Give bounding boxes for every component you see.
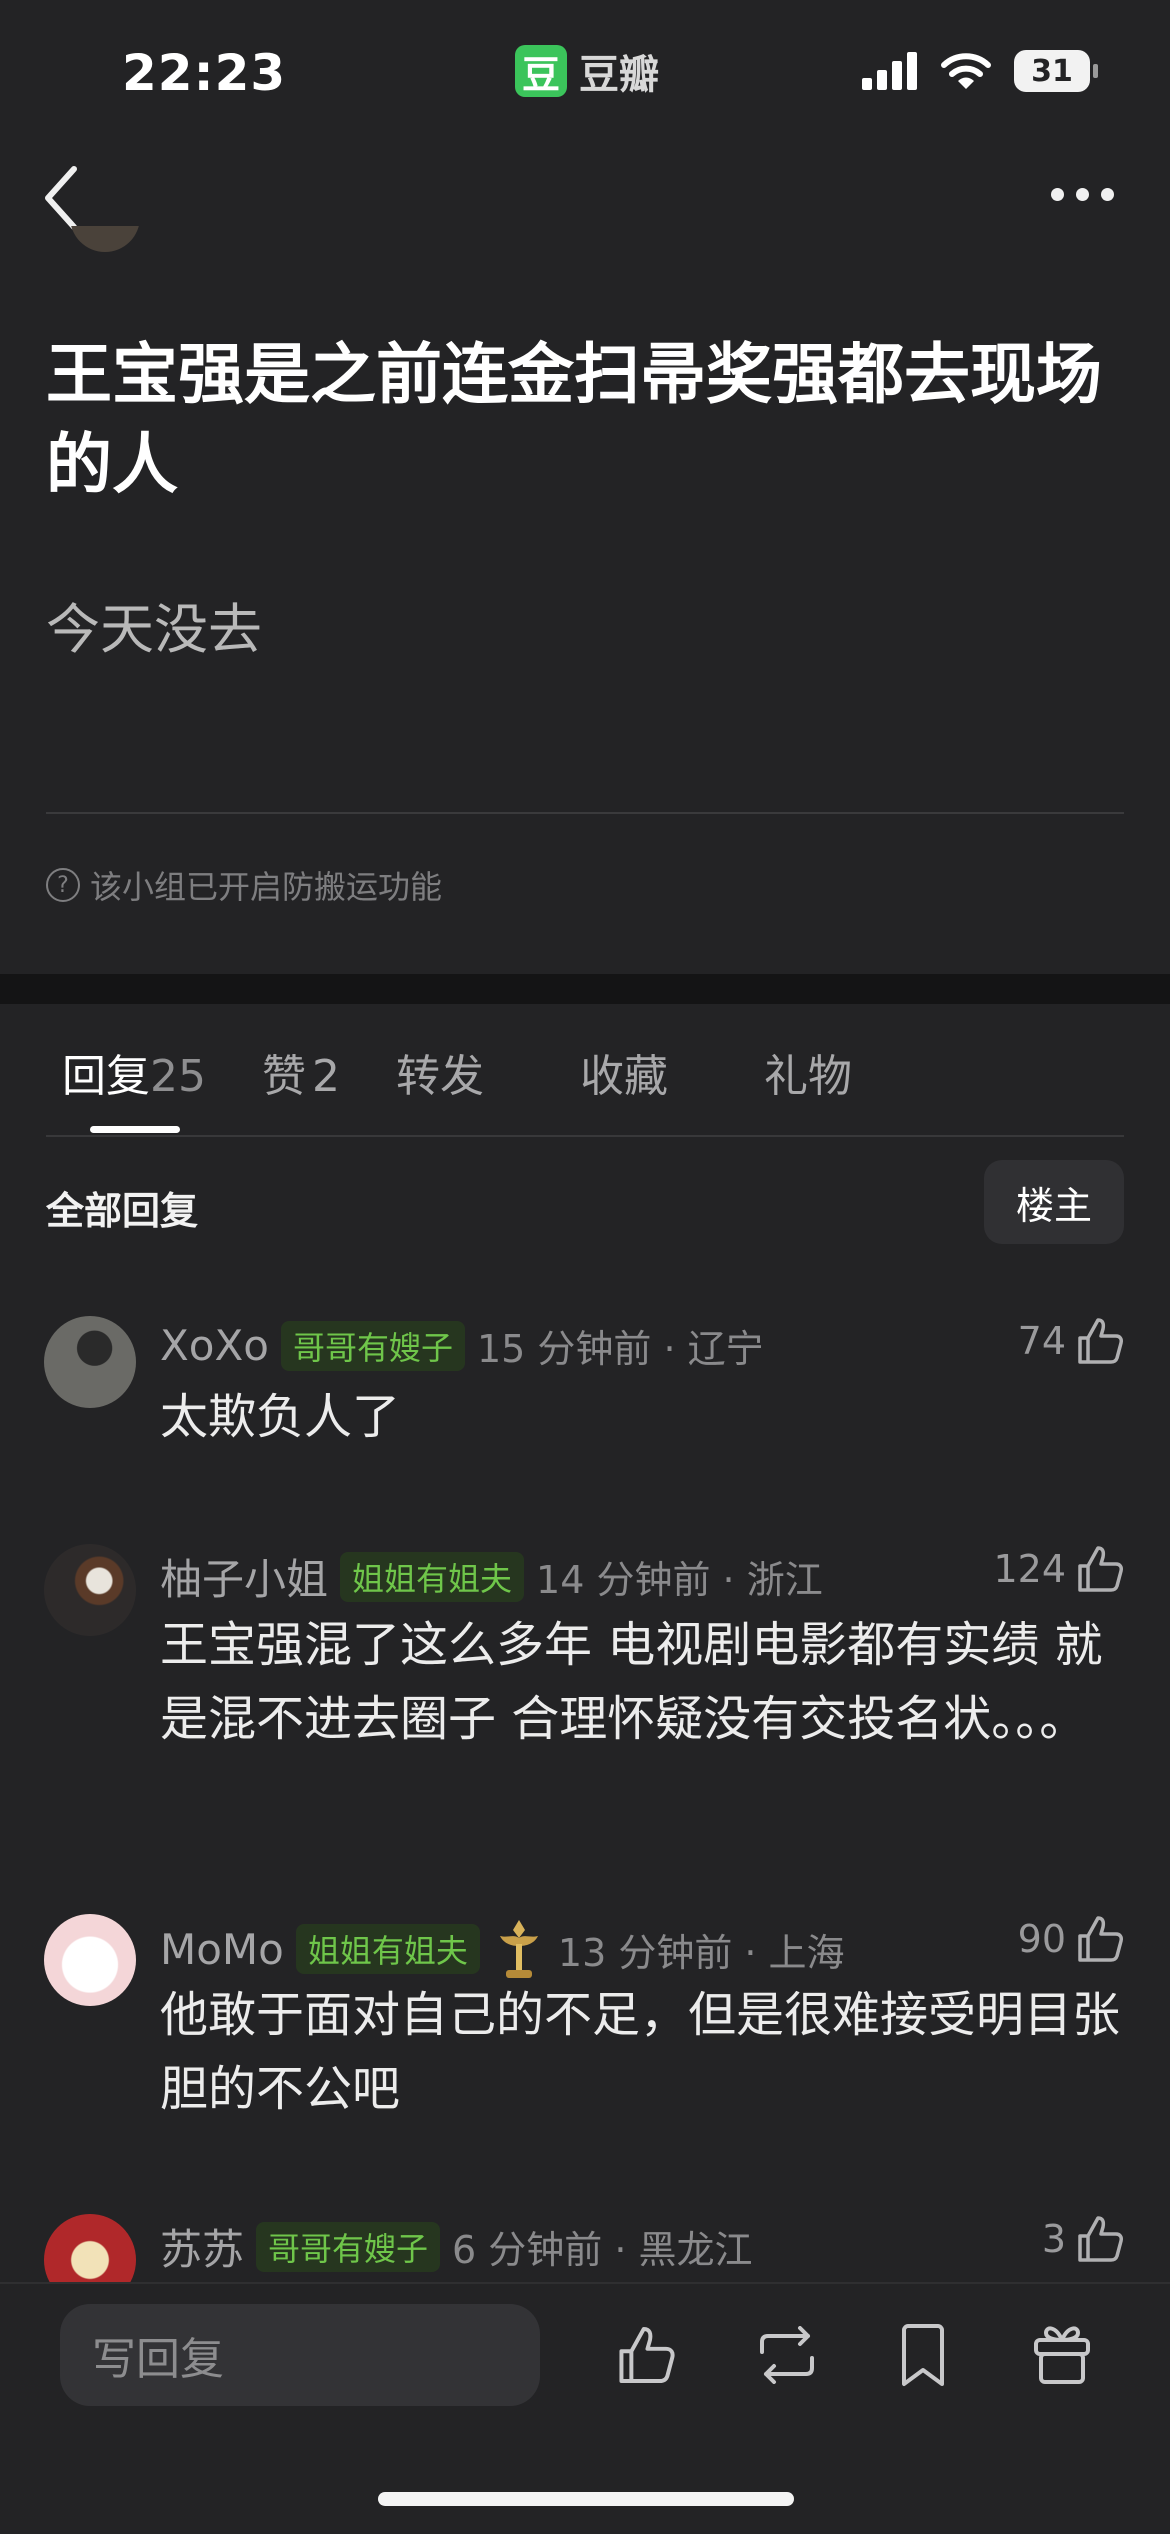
comment-header: 苏苏 哥哥有嫂子 6 分钟前 · 黑龙江 [160,2216,753,2277]
author-avatar[interactable] [70,226,140,266]
group-tag-badge: 哥哥有嫂子 [256,2221,441,2272]
like-button[interactable]: 74 [1018,1316,1124,1366]
tab-replies[interactable]: 回复25 [62,1040,206,1104]
commenter-name[interactable]: MoMo [160,1925,284,1974]
tab-label: 回复 [62,1051,150,1102]
post-title: 王宝强是之前连金扫帚奖强都去现场的人 [46,336,1102,503]
thumbs-up-icon [1078,1916,1123,1962]
bookmark-icon[interactable] [898,2324,948,2388]
active-tab-indicator [90,1126,180,1133]
tab-favorites[interactable]: 收藏 [580,1040,668,1104]
tab-label: 礼物 [764,1051,852,1102]
tab-label: 转发 [396,1051,484,1102]
post-body: 今天没去 [46,598,262,661]
commenter-name[interactable]: XoXo [160,1321,269,1370]
group-tag-badge: 姐姐有姐夫 [295,1924,480,1974]
commenter-name[interactable]: 柚子小姐 [160,1546,328,1607]
comment-meta: 13 分钟前 · 上海 [557,1930,845,1975]
comment-meta: 14 分钟前 · 浙江 [536,1558,823,1602]
anti-repost-notice[interactable]: ? 该小组已开启防搬运功能 [46,862,442,908]
repost-icon[interactable] [752,2326,822,2384]
comment-text: 太欺负人了 [160,1389,401,1445]
tab-likes[interactable]: 赞2 [262,1040,340,1104]
like-count: 3 [1041,2217,1066,2261]
app-badge: 豆 豆瓣 [515,42,659,100]
comment-header: MoMo 姐姐有姐夫 13 分钟前 · 上海 [160,1916,845,1982]
notice-text: 该小组已开启防搬运功能 [90,868,443,906]
cellular-signal-icon [862,52,917,90]
thumbs-up-icon [1078,1318,1123,1364]
op-only-button[interactable]: 楼主 [984,1160,1124,1244]
status-icons: 31 [862,50,1098,92]
all-replies-heading: 全部回复 [46,1189,199,1233]
divider [46,812,1124,814]
reply-input[interactable]: 写回复 [60,2304,540,2406]
comment-header: XoXo 哥哥有嫂子 15 分钟前 · 辽宁 [160,1318,764,1373]
battery-icon: 31 [1014,50,1098,92]
comment-meta: 6 分钟前 · 黑龙江 [452,2228,753,2272]
avatar[interactable] [44,1316,136,1408]
section-separator [0,974,1170,1004]
group-tag-badge: 哥哥有嫂子 [280,1320,465,1371]
golden-broom-award-icon [499,1920,538,1978]
thumbs-up-icon [1078,1546,1123,1592]
like-count: 74 [1017,1319,1066,1363]
douban-logo-icon: 豆 [515,45,567,97]
like-count: 90 [1017,1917,1066,1961]
tab-label: 赞 [262,1051,306,1102]
tab-count: 25 [150,1051,206,1102]
avatar[interactable] [44,1544,136,1636]
status-time: 22:23 [122,44,287,102]
divider [46,1135,1124,1137]
comment-text: 他敢于面对自己的不足，但是很难接受明目张胆的不公吧 [160,1987,1121,2117]
like-button[interactable]: 124 [993,1544,1124,1594]
back-arrow-icon[interactable] [42,165,82,231]
more-options-icon[interactable] [1051,188,1114,201]
home-indicator [378,2492,794,2506]
question-mark-icon: ? [46,868,80,902]
comment-meta: 15 分钟前 · 辽宁 [476,1327,764,1371]
like-count: 124 [993,1547,1066,1591]
group-tag-badge: 姐姐有姐夫 [340,1551,525,1602]
app-name: 豆瓣 [579,52,659,98]
commenter-name[interactable]: 苏苏 [160,2216,244,2277]
wifi-icon [941,53,991,89]
tab-gifts[interactable]: 礼物 [764,1040,852,1104]
like-button[interactable]: 3 [1042,2214,1124,2264]
like-post-icon[interactable] [614,2322,676,2388]
comment-text: 王宝强混了这么多年 电视剧电影都有实绩 就是混不进去圈子 合理怀疑没有交投名状。… [160,1617,1103,1747]
tab-count: 2 [312,1051,340,1102]
tab-label: 收藏 [580,1051,668,1102]
gift-icon[interactable] [1032,2320,1092,2386]
tab-reposts[interactable]: 转发 [396,1040,484,1104]
thumbs-up-icon [1078,2216,1123,2262]
like-button[interactable]: 90 [1018,1914,1124,1964]
comment-header: 柚子小姐 姐姐有姐夫 14 分钟前 · 浙江 [160,1546,823,1607]
tab-bar: 回复25 赞2 转发 收藏 礼物 [62,1040,852,1104]
avatar[interactable] [44,1914,136,2006]
